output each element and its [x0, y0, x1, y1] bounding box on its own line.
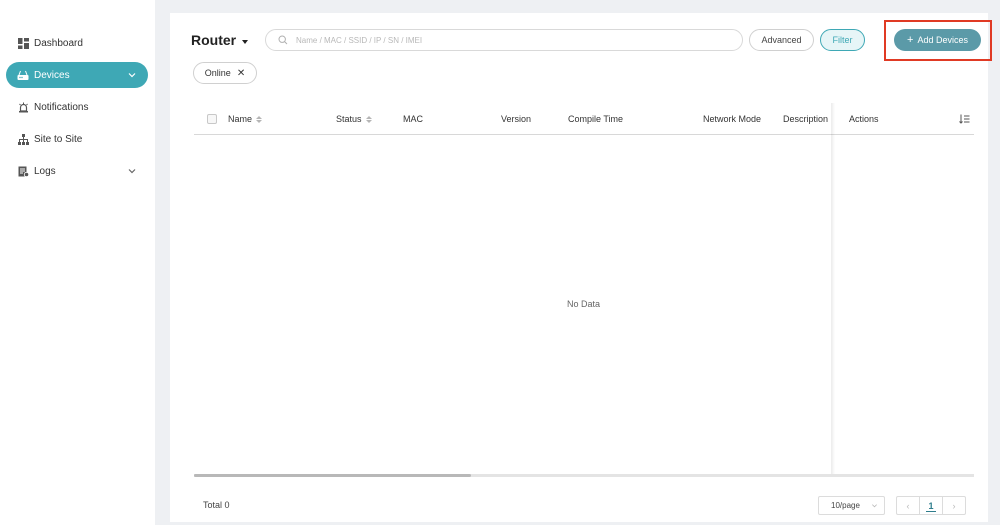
advanced-button[interactable]: Advanced: [749, 29, 814, 51]
search-input[interactable]: [296, 35, 716, 45]
sidebar-item-label: Devices: [34, 69, 70, 81]
sidebar-item-dashboard[interactable]: Dashboard: [6, 30, 148, 56]
sidebar-item-logs[interactable]: Logs: [6, 158, 148, 184]
alarm-icon: [17, 101, 29, 113]
sidebar-item-label: Logs: [34, 165, 56, 177]
device-type-selector[interactable]: Router: [191, 32, 249, 48]
chevron-down-icon: [872, 504, 877, 508]
fixed-column-shadow: [831, 103, 835, 475]
search-icon: [278, 35, 288, 45]
horizontal-scrollbar[interactable]: [194, 474, 974, 477]
sidebar: Dashboard Devices Notifications Site to …: [0, 0, 155, 525]
sidebar-item-devices[interactable]: Devices: [6, 62, 148, 88]
filter-chip-online: Online ✕: [193, 62, 257, 84]
dashboard-icon: [17, 37, 29, 49]
empty-state: No Data: [567, 299, 601, 309]
sidebar-item-site-to-site[interactable]: Site to Site: [6, 126, 148, 152]
add-devices-button[interactable]: + Add Devices: [894, 29, 981, 51]
column-header-name[interactable]: Name: [228, 103, 263, 135]
column-header-mac: MAC: [403, 114, 423, 124]
filter-button[interactable]: Filter: [820, 29, 865, 51]
column-label: Name: [228, 114, 253, 124]
column-label: Status: [336, 114, 362, 124]
main-panel: Router Advanced Filter + Add Devices Onl…: [170, 13, 992, 522]
select-all-checkbox[interactable]: [207, 114, 217, 124]
pagination: ‹ 1 ›: [896, 496, 966, 515]
caret-down-icon: [242, 39, 249, 44]
plus-icon: +: [907, 33, 914, 46]
column-header-network-mode: Network Mode: [703, 114, 762, 124]
search-box[interactable]: [265, 29, 743, 51]
sidebar-item-label: Site to Site: [34, 133, 83, 145]
page-title: Router: [191, 32, 237, 48]
column-header-version: Version: [501, 114, 532, 124]
page-number-current[interactable]: 1: [919, 497, 943, 514]
column-header-actions: Actions: [849, 114, 879, 124]
sitemap-icon: [17, 133, 29, 145]
sidebar-item-notifications[interactable]: Notifications: [6, 94, 148, 120]
close-icon[interactable]: ✕: [237, 68, 245, 79]
sidebar-item-label: Dashboard: [34, 37, 83, 49]
add-devices-label: Add Devices: [917, 35, 968, 45]
chevron-down-icon: [128, 169, 136, 174]
router-icon: [17, 69, 29, 81]
total-count: Total 0: [203, 500, 230, 510]
column-settings-icon[interactable]: [959, 103, 970, 135]
scrollbar-thumb[interactable]: [194, 474, 471, 477]
column-header-compile-time: Compile Time: [568, 114, 624, 124]
sort-icon: [365, 115, 372, 123]
page-size-select[interactable]: 10/page: [818, 496, 885, 515]
chevron-down-icon: [128, 73, 136, 78]
table-header: Name Status MAC Version Compile Time Net…: [194, 103, 974, 135]
column-header-status[interactable]: Status: [336, 103, 372, 135]
filter-chip-label: Online: [204, 68, 231, 78]
log-icon: [17, 165, 29, 177]
sidebar-item-label: Notifications: [34, 101, 89, 113]
page-size-value: 10/page: [831, 501, 860, 510]
column-header-description: Description: [783, 114, 829, 124]
next-page-button[interactable]: ›: [943, 497, 965, 514]
prev-page-button[interactable]: ‹: [897, 497, 919, 514]
sort-icon: [256, 115, 263, 123]
